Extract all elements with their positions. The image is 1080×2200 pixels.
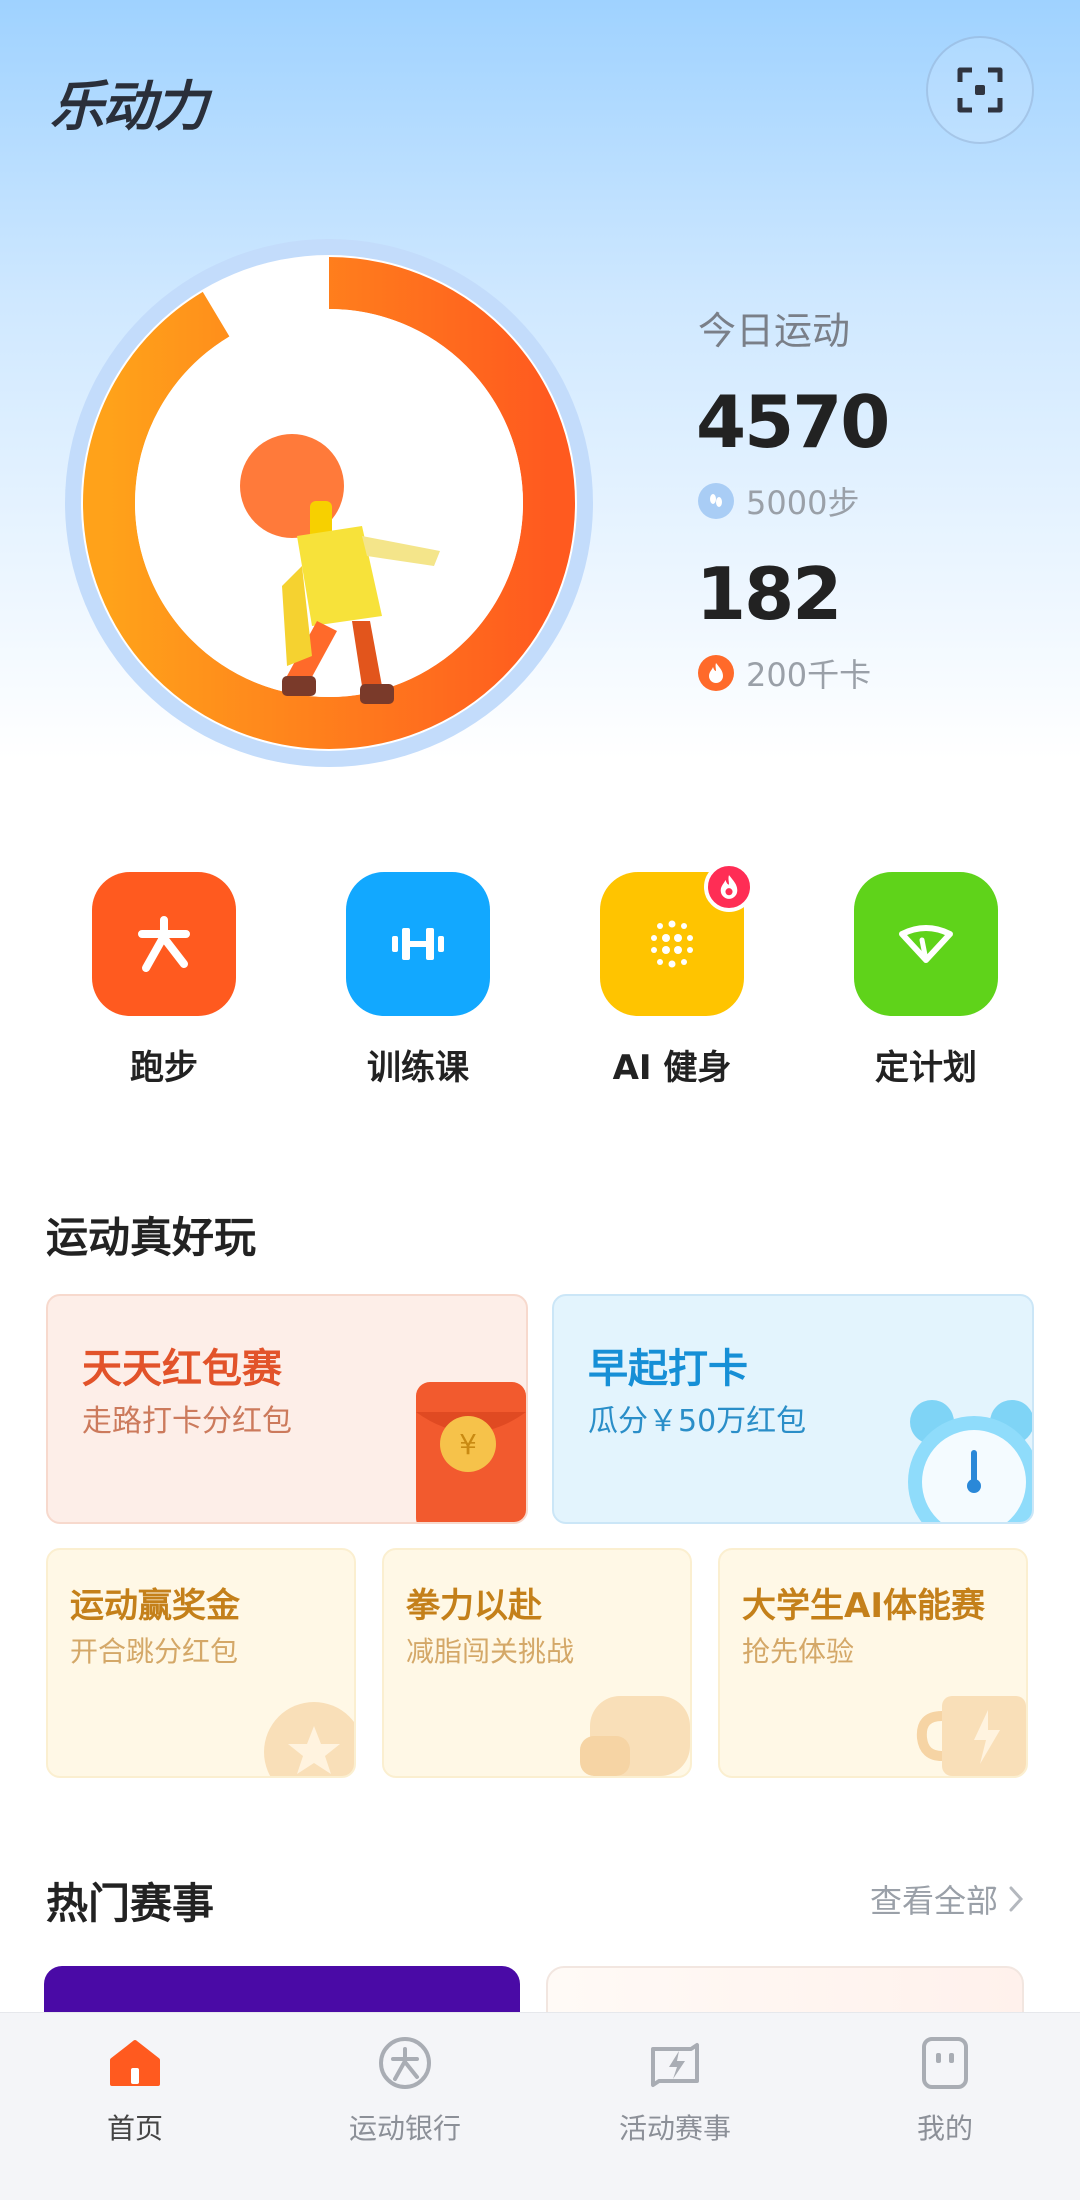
profile-icon [915, 2033, 975, 2093]
quick-action-label: AI 健身 [612, 1048, 732, 1088]
card-subtitle: 走路打卡分红包 [82, 1404, 292, 1439]
tab-label: 运动银行 [348, 2112, 461, 2145]
view-all-link[interactable]: 查看全部 [870, 1876, 1024, 1922]
scan-icon [957, 67, 1003, 113]
card-subtitle: 抢先体验 [742, 1635, 855, 1668]
fire-badge [704, 862, 754, 912]
quick-action-ai-fitness[interactable]: AI 健身 [600, 862, 754, 1089]
boxing-glove-icon [580, 1696, 690, 1776]
sports-bonus-card[interactable]: 运动赢奖金 开合跳分红包 [46, 1548, 356, 1778]
footprint-icon [698, 483, 734, 519]
red-envelope-icon: ¥ [416, 1382, 526, 1522]
dumbbell-icon [392, 928, 444, 960]
home-icon [105, 2033, 165, 2093]
quick-action-running[interactable]: 跑步 [92, 872, 236, 1089]
svg-text:¥: ¥ [459, 1428, 477, 1461]
cup-bolt-icon [916, 1696, 1026, 1776]
tab-sports-bank[interactable]: 运动银行 [270, 2013, 540, 2200]
quick-action-label: 训练课 [367, 1048, 469, 1088]
ai-fitness-tile[interactable] [600, 862, 754, 1016]
coin-star-icon [264, 1702, 354, 1776]
fire-badge-icon [720, 875, 738, 899]
calories-goal-text: 200千卡 [746, 656, 872, 694]
quick-action-training[interactable]: 训练课 [346, 872, 490, 1089]
tab-home[interactable]: 首页 [0, 2013, 270, 2200]
today-activity-label: 今日运动 [698, 309, 851, 353]
steps-goal: 5000步 [698, 478, 859, 524]
steps-count: 4570 [696, 380, 890, 464]
flame-icon [698, 655, 734, 691]
running-icon [138, 916, 190, 972]
card-subtitle: 开合跳分红包 [70, 1635, 239, 1668]
quick-action-label: 定计划 [875, 1048, 977, 1088]
training-tile[interactable] [346, 872, 490, 1016]
card-title: 大学生AI体能赛 [742, 1586, 985, 1626]
tab-profile[interactable]: 我的 [810, 2013, 1080, 2200]
card-title: 天天红包赛 [82, 1346, 282, 1392]
app-logo: 乐动力 [50, 75, 208, 138]
boxing-challenge-card[interactable]: 拳力以赴 减脂闯关挑战 [382, 1548, 692, 1778]
chevron-right-icon [1009, 1886, 1024, 1912]
sports-bank-icon [375, 2033, 435, 2093]
events-icon [645, 2033, 705, 2093]
college-ai-fitness-card[interactable]: 大学生AI体能赛 抢先体验 [718, 1548, 1028, 1778]
scan-button[interactable] [926, 36, 1034, 144]
card-title: 拳力以赴 [406, 1586, 542, 1626]
tab-events[interactable]: 活动赛事 [540, 2013, 810, 2200]
card-subtitle: 减脂闯关挑战 [406, 1635, 575, 1668]
card-title: 运动赢奖金 [70, 1586, 240, 1626]
tab-label: 活动赛事 [618, 2112, 731, 2145]
activity-ring[interactable] [62, 236, 596, 770]
quick-action-plan[interactable]: 定计划 [854, 872, 998, 1089]
early-rise-checkin-card[interactable]: 早起打卡 瓜分￥50万红包 [552, 1294, 1034, 1524]
quick-action-label: 跑步 [130, 1048, 198, 1088]
view-all-text: 查看全部 [869, 1882, 998, 1920]
running-tile[interactable] [92, 872, 236, 1016]
ai-dots-icon [651, 920, 693, 968]
calories-goal: 200千卡 [698, 650, 871, 696]
plan-tile[interactable] [854, 872, 998, 1016]
bottom-tab-bar: 首页 运动银行 活动赛事 我的 [0, 2012, 1080, 2200]
steps-goal-text: 5000步 [746, 484, 860, 522]
plan-icon [899, 925, 953, 963]
card-title: 早起打卡 [588, 1346, 748, 1392]
hot-events-title: 热门赛事 [46, 1879, 215, 1928]
card-subtitle: 瓜分￥50万红包 [588, 1404, 807, 1439]
tab-label: 我的 [916, 2112, 973, 2145]
tab-label: 首页 [106, 2112, 163, 2145]
red-packet-race-card[interactable]: 天天红包赛 走路打卡分红包 ¥ [46, 1294, 528, 1524]
fun-section-title: 运动真好玩 [46, 1213, 257, 1262]
calories-count: 182 [696, 552, 842, 636]
alarm-clock-icon [908, 1400, 1032, 1522]
